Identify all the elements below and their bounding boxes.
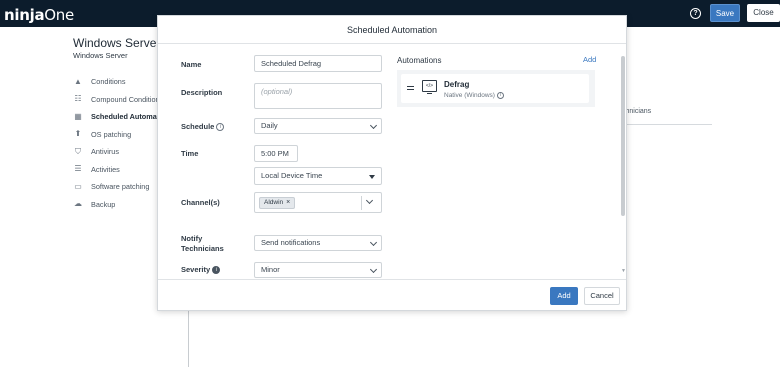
chevron-down-icon[interactable]	[365, 196, 374, 205]
nav-item-conditions[interactable]: ▲ Conditions	[73, 73, 157, 91]
nav-item-antivirus[interactable]: ⛉ Antivirus	[73, 143, 157, 161]
automation-type-text: Native (Windows)	[444, 92, 495, 100]
dialog-title: Scheduled Automation	[158, 16, 626, 44]
save-button[interactable]: Save	[710, 4, 740, 22]
severity-label-text: Severity	[181, 265, 211, 274]
arrow-up-circle-icon: ⬆	[74, 129, 82, 139]
divider	[188, 308, 189, 367]
notify-value: Send notifications	[261, 238, 321, 247]
add-automation-link[interactable]: Add	[583, 55, 596, 64]
scheduled-automation-dialog: Scheduled Automation Name Scheduled Defr…	[157, 15, 627, 311]
nav-item-os-patching[interactable]: ⬆ OS patching	[73, 126, 157, 144]
drag-handle-icon[interactable]	[407, 86, 414, 92]
close-button[interactable]: Close	[747, 4, 780, 22]
nav-item-label: Compound Conditions	[91, 94, 157, 104]
monitor-code-icon: </>	[422, 80, 437, 94]
nav-item-label: Software patching	[91, 182, 150, 192]
cloud-upload-icon: ☁	[74, 199, 82, 209]
nav-item-label: OS patching	[91, 129, 132, 139]
policy-nav: ▲ Conditions ☷ Compound Conditions ▦ Sch…	[73, 73, 157, 213]
notify-technicians-select[interactable]: Send notifications	[254, 235, 382, 251]
automation-item[interactable]: </> Defrag Native (Windows) i	[401, 74, 589, 103]
description-input[interactable]: (optional)	[254, 83, 382, 109]
nav-item-compound-conditions[interactable]: ☷ Compound Conditions	[73, 91, 157, 109]
scrollbar[interactable]	[621, 56, 625, 216]
nav-item-label: Activities	[91, 164, 120, 174]
ninjaone-logo: ninjaOne	[4, 6, 74, 24]
timezone-value: Local Device Time	[261, 171, 323, 180]
notify-label-line-1: Notify	[181, 234, 203, 243]
chevron-down-icon	[369, 238, 378, 247]
divider	[158, 279, 626, 280]
severity-label: Severity i	[181, 265, 221, 275]
cancel-button[interactable]: Cancel	[584, 287, 620, 305]
logo-accent: One	[44, 6, 74, 24]
page-title: Windows Server I	[73, 36, 157, 50]
divider	[627, 124, 712, 125]
info-icon[interactable]: i	[496, 92, 504, 99]
scroll-down-icon[interactable]: ▼	[621, 268, 626, 274]
info-icon[interactable]: i	[212, 266, 221, 275]
logo-main: ninja	[4, 6, 45, 24]
nav-item-label: Backup	[91, 199, 116, 209]
nav-item-label: Antivirus	[91, 147, 119, 157]
window-icon: ▭	[74, 181, 82, 191]
severity-value: Minor	[261, 265, 280, 274]
channel-chip: Aldwin ×	[259, 197, 296, 209]
calendar-icon: ▦	[74, 111, 82, 121]
nav-item-scheduled-automation[interactable]: ▦ Scheduled Automation	[73, 108, 157, 126]
automations-list: </> Defrag Native (Windows) i	[397, 70, 595, 107]
caret-down-icon	[369, 175, 375, 179]
notify-label-line-2: Technicians	[181, 244, 224, 253]
description-label: Description	[181, 88, 223, 97]
channel-chip-label: Aldwin	[264, 199, 284, 206]
nav-item-activities[interactable]: ☰ Activities	[73, 161, 157, 179]
help-circle-icon[interactable]: ?	[690, 8, 701, 19]
chevron-down-icon	[369, 265, 378, 274]
automation-name: Defrag	[444, 80, 470, 89]
notify-technicians-label: Notify Technicians	[181, 234, 224, 254]
nav-item-backup[interactable]: ☁ Backup	[73, 196, 157, 214]
automations-title: Automations	[397, 56, 442, 65]
divider	[361, 196, 362, 210]
nav-item-label: Scheduled Automation	[91, 112, 157, 122]
chevron-down-icon	[369, 121, 378, 130]
timezone-select[interactable]: Local Device Time	[254, 167, 382, 185]
nav-item-label: Conditions	[91, 77, 126, 87]
time-label: Time	[181, 149, 199, 158]
page-subtitle: Windows Server	[73, 51, 128, 60]
severity-select[interactable]: Minor	[254, 262, 382, 278]
add-button[interactable]: Add	[550, 287, 578, 305]
channels-select[interactable]: Aldwin ×	[254, 192, 382, 213]
info-icon[interactable]: i	[216, 123, 225, 132]
schedule-label: Schedule i	[181, 122, 225, 132]
time-input[interactable]: 5:00 PM	[254, 145, 298, 162]
schedule-label-text: Schedule	[181, 122, 215, 131]
compound-list-icon: ☷	[74, 94, 82, 104]
shield-icon: ⛉	[75, 146, 81, 156]
name-label: Name	[181, 60, 202, 69]
channels-label: Channel(s)	[181, 198, 220, 207]
list-icon: ☰	[74, 164, 82, 174]
schedule-select[interactable]: Daily	[254, 118, 382, 134]
schedule-value: Daily	[261, 121, 278, 130]
warning-triangle-icon: ▲	[74, 76, 82, 86]
nav-item-software-patching[interactable]: ▭ Software patching	[73, 178, 157, 196]
automation-type: Native (Windows) i	[444, 92, 504, 99]
remove-chip-icon[interactable]: ×	[286, 199, 290, 206]
background-column-text: y chnicians	[622, 98, 652, 115]
name-input[interactable]: Scheduled Defrag	[254, 55, 382, 72]
